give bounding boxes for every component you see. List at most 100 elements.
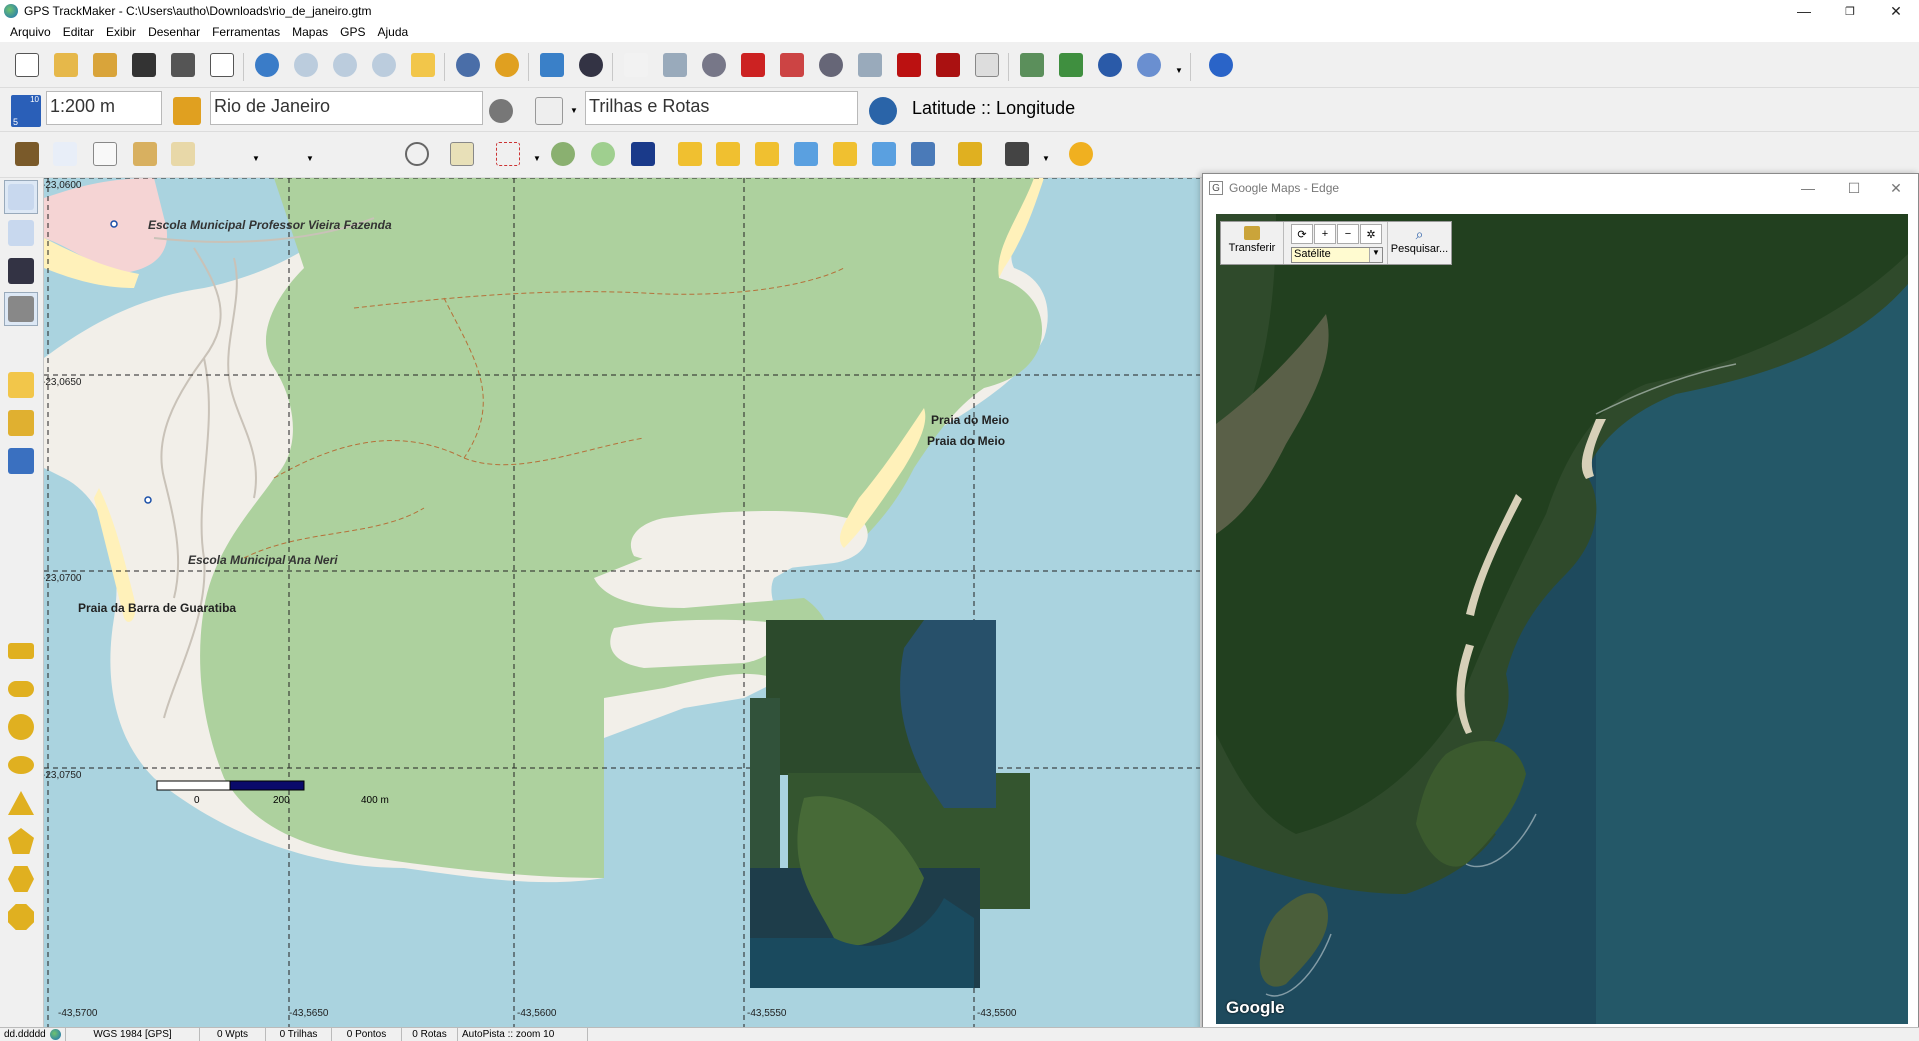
track-area-button[interactable] xyxy=(588,139,618,169)
track-t-button[interactable] xyxy=(777,50,807,80)
help-button[interactable] xyxy=(1206,50,1236,80)
text-button[interactable] xyxy=(933,50,963,80)
gps-receive-button[interactable] xyxy=(675,139,705,169)
delta-height-button[interactable] xyxy=(322,139,352,169)
place-label-praia-barra-guaratiba[interactable]: Praia da Barra de Guaratiba xyxy=(78,601,236,615)
menu-gps[interactable]: GPS xyxy=(334,25,371,39)
track-height-button[interactable] xyxy=(548,139,578,169)
delete-button[interactable] xyxy=(12,139,42,169)
menu-desenhar[interactable]: Desenhar xyxy=(142,25,206,39)
place-label-school-vieira-fazenda[interactable]: Escola Municipal Professor Vieira Fazend… xyxy=(148,218,392,232)
route-edit-button[interactable] xyxy=(855,50,885,80)
octagon-tool[interactable] xyxy=(4,900,38,934)
gps-map-button[interactable] xyxy=(869,139,899,169)
map-image-button[interactable] xyxy=(537,50,567,80)
map-type-select[interactable]: Satélite ▼ xyxy=(1291,247,1383,263)
align-button[interactable] xyxy=(493,139,523,169)
vehicle-button[interactable] xyxy=(955,139,985,169)
save-button[interactable] xyxy=(129,50,159,80)
menu-arquivo[interactable]: Arquivo xyxy=(4,25,57,39)
map-locate-button[interactable] xyxy=(170,94,204,128)
open-multiple-button[interactable] xyxy=(90,50,120,80)
sum-route-button[interactable] xyxy=(265,139,295,169)
g-zoom-out-button[interactable]: − xyxy=(1337,224,1359,244)
google-maps-button[interactable] xyxy=(1134,50,1164,80)
line-tool[interactable] xyxy=(4,520,38,554)
ellipse-tool[interactable] xyxy=(4,748,38,782)
tm-device-button[interactable] xyxy=(1002,139,1032,169)
place-label-praia-do-meio-1[interactable]: Praia do Meio xyxy=(931,413,1009,427)
menu-exibir[interactable]: Exibir xyxy=(100,25,142,39)
google-earth-button[interactable] xyxy=(1095,50,1125,80)
settings-button[interactable] xyxy=(1066,139,1096,169)
freehand-tool[interactable] xyxy=(4,558,38,592)
google-close-button[interactable]: ✕ xyxy=(1873,174,1919,202)
view-button[interactable] xyxy=(453,50,483,80)
menu-mapas[interactable]: Mapas xyxy=(286,25,334,39)
map-go-button[interactable] xyxy=(486,96,516,126)
waypoint-text-button[interactable] xyxy=(894,50,924,80)
google-maps-dropdown-icon[interactable]: ▼ xyxy=(1175,66,1183,75)
photo-tool[interactable] xyxy=(4,292,38,326)
pan-tool[interactable] xyxy=(4,368,38,402)
search-button[interactable]: ⌕ Pesquisar... xyxy=(1387,222,1451,264)
monitor-button[interactable] xyxy=(628,139,658,169)
undo-button[interactable] xyxy=(168,139,198,169)
gps-tracks-button[interactable] xyxy=(791,139,821,169)
m-tool-button[interactable] xyxy=(362,139,392,169)
route-button[interactable] xyxy=(816,50,846,80)
coord-view-button[interactable] xyxy=(866,94,900,128)
rectangle-tool[interactable] xyxy=(4,634,38,668)
map-search-button[interactable] xyxy=(1017,50,1047,80)
restore-button[interactable]: ❐ xyxy=(1827,0,1873,22)
map-download-button[interactable] xyxy=(1056,50,1086,80)
zoom-in-button[interactable] xyxy=(330,50,360,80)
sum-route-dropdown-icon[interactable]: ▼ xyxy=(306,154,314,163)
globe-button[interactable] xyxy=(252,50,282,80)
g-settings-button[interactable]: ✲ xyxy=(1360,224,1382,244)
google-maximize-button[interactable]: ☐ xyxy=(1831,174,1877,202)
colors-button[interactable] xyxy=(492,50,522,80)
satellite-view[interactable] xyxy=(1216,214,1908,1024)
rounded-rect-tool[interactable] xyxy=(4,672,38,706)
pentagon-tool[interactable] xyxy=(4,824,38,858)
new-file-button[interactable] xyxy=(12,50,42,80)
zoom-scale-button[interactable]: 10 5 xyxy=(8,93,44,129)
cut-button[interactable] xyxy=(50,139,80,169)
cross-tool-button[interactable] xyxy=(621,50,651,80)
layer-select-button[interactable] xyxy=(532,94,566,128)
list-button[interactable] xyxy=(972,50,1002,80)
g-refresh-button[interactable]: ⟳ xyxy=(1291,224,1313,244)
list-tool[interactable] xyxy=(4,254,38,288)
gps-send-button[interactable] xyxy=(713,139,743,169)
pointer-tool[interactable] xyxy=(4,330,38,364)
sum-track-button[interactable] xyxy=(212,139,242,169)
place-label-praia-do-meio-2[interactable]: Praia do Meio xyxy=(927,434,1005,448)
gps-routes-button[interactable] xyxy=(830,139,860,169)
align-dropdown-icon[interactable]: ▼ xyxy=(533,154,541,163)
measure-button[interactable] xyxy=(660,50,690,80)
waypoint-list-button[interactable] xyxy=(699,50,729,80)
menu-ferramentas[interactable]: Ferramentas xyxy=(206,25,286,39)
g-zoom-in-button[interactable]: + xyxy=(1314,224,1336,244)
close-button[interactable]: ✕ xyxy=(1873,0,1919,22)
gps-waypoints-button[interactable] xyxy=(752,139,782,169)
waypoint-w-button[interactable] xyxy=(738,50,768,80)
triangle-tool[interactable] xyxy=(4,786,38,820)
print-button[interactable] xyxy=(168,50,198,80)
minimize-button[interactable]: — xyxy=(1781,0,1827,22)
paste-button[interactable] xyxy=(130,139,160,169)
tm-dropdown-icon[interactable]: ▼ xyxy=(1042,154,1050,163)
open-file-button[interactable] xyxy=(51,50,81,80)
circle-tool[interactable] xyxy=(4,710,38,744)
layer-dropdown-icon[interactable]: ▼ xyxy=(570,106,578,115)
map-name-field[interactable]: Rio de Janeiro xyxy=(210,91,483,125)
hexagon-tool[interactable] xyxy=(4,862,38,896)
scale-field[interactable]: 1:200 m xyxy=(46,91,162,125)
properties-button[interactable] xyxy=(447,139,477,169)
gps-live-button[interactable] xyxy=(908,139,938,169)
pencil-tool[interactable] xyxy=(4,482,38,516)
zoom-button[interactable] xyxy=(291,50,321,80)
refresh-button[interactable] xyxy=(402,139,432,169)
google-minimize-button[interactable]: — xyxy=(1785,174,1831,202)
